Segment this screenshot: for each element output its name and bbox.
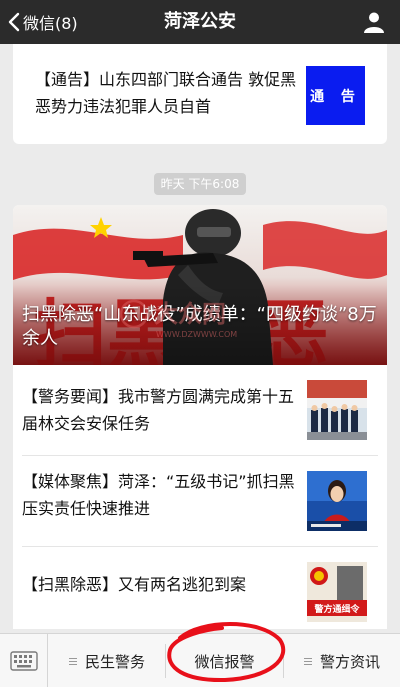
- person-icon: [364, 12, 384, 33]
- menu-item-label: 民生警务: [84, 652, 145, 671]
- hero-article-title: 扫黑除恶“山东战役”成绩单：“四级约谈”8万余人: [22, 304, 377, 349]
- article-title: 【警务要闻】我市警方圆满完成第十五届林交会安保任务: [22, 387, 295, 433]
- top-bar: 微信(8) 菏泽公安: [0, 0, 400, 44]
- chevron-left-icon: [8, 12, 20, 32]
- hamburger-icon: [68, 657, 77, 665]
- article-item-crackdown[interactable]: 【扫黑除恶】又有两名逃犯到案 警方通缉令: [13, 547, 387, 629]
- menu-item-police-news[interactable]: 警方资讯: [284, 634, 400, 687]
- news-anchor-thumbnail: [307, 471, 367, 531]
- keyboard-toggle-button[interactable]: [0, 634, 48, 687]
- notice-thumbnail: 通 告: [306, 66, 365, 125]
- page-title: 菏泽公安: [164, 11, 236, 32]
- wanted-notice-label: 警方通缉令: [314, 603, 360, 615]
- police-photo-thumbnail: [307, 380, 367, 440]
- menu-item-livelihood-police[interactable]: 民生警务: [49, 634, 165, 687]
- article-title: 【媒体聚焦】菏泽：“五级书记”抓扫黑 压实责任快速推进: [22, 472, 295, 518]
- notice-thumbnail-label: 通 告: [310, 88, 361, 105]
- article-thumbnail: 警方通缉令: [307, 562, 367, 622]
- article-thumbnail: [307, 380, 367, 440]
- bottom-menu-bar: 民生警务 微信报警 警方资讯: [0, 633, 400, 687]
- back-label: 微信(8): [23, 14, 78, 33]
- keyboard-icon: [9, 651, 38, 671]
- article-item-media-focus[interactable]: 【媒体聚焦】菏泽：“五级书记”抓扫黑 压实责任快速推进: [13, 456, 387, 546]
- back-button[interactable]: 微信(8): [8, 0, 78, 44]
- message-feed[interactable]: 【通告】山东四部门联合通告 敦促黑恶势力违法犯罪人员自首 通 告 昨天 下午6:…: [0, 44, 400, 629]
- notice-article-card[interactable]: 【通告】山东四部门联合通告 敦促黑恶势力违法犯罪人员自首 通 告: [13, 44, 387, 144]
- article-thumbnail: [307, 471, 367, 531]
- notice-article-title: 【通告】山东四部门联合通告 敦促黑恶势力违法犯罪人员自首: [35, 70, 297, 116]
- menu-item-label: 微信报警: [194, 652, 255, 671]
- message-timestamp: 昨天 下午6:08: [154, 173, 246, 195]
- hero-article[interactable]: 扫黑除恶 扫黑除恶“山东战役”成绩单：“四级约谈”8万余人: [13, 205, 387, 365]
- multi-article-card: 扫黑除恶 扫黑除恶“山东战役”成绩单：“四级约谈”8万余人 【警务要闻】我市警方…: [13, 205, 387, 629]
- menu-item-label: 警方资讯: [319, 652, 380, 671]
- wanted-notice-thumbnail: 警方通缉令: [307, 562, 367, 622]
- profile-button[interactable]: [362, 10, 386, 34]
- article-title: 【扫黑除恶】又有两名逃犯到案: [22, 575, 247, 594]
- hamburger-icon: [303, 657, 312, 665]
- article-item-police-news[interactable]: 【警务要闻】我市警方圆满完成第十五届林交会安保任务: [13, 365, 387, 455]
- menu-item-wechat-report[interactable]: 微信报警: [166, 634, 283, 687]
